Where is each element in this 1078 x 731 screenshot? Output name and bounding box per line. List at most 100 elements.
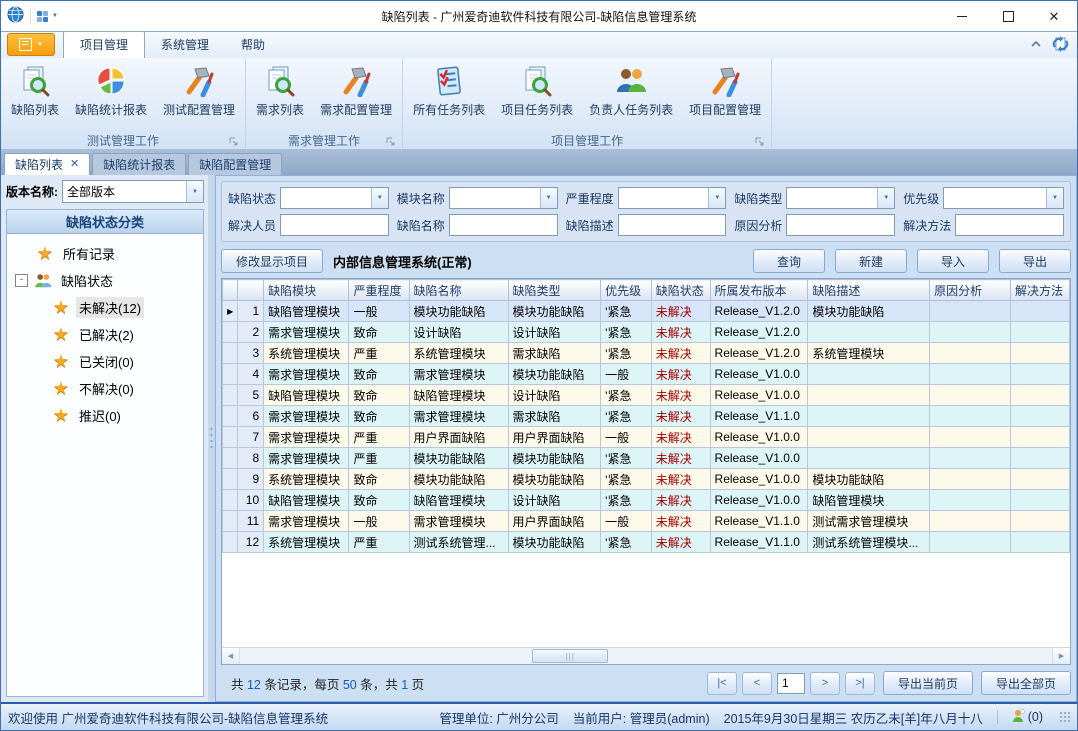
table-cell[interactable]: 设计缺陷 — [508, 322, 601, 343]
table-cell[interactable]: 模块功能缺陷 — [409, 301, 508, 322]
table-cell[interactable]: '紧急 — [601, 448, 652, 469]
ribbon-tab[interactable]: 项目管理 — [63, 31, 145, 58]
table-cell[interactable]: 致命 — [349, 406, 409, 427]
dropdown-arrow-icon[interactable]: ▼ — [186, 181, 203, 202]
table-cell[interactable]: Release_V1.0.0 — [710, 385, 808, 406]
ribbon-button[interactable]: 缺陷列表 — [3, 61, 67, 118]
collapse-ribbon-icon[interactable] — [1030, 40, 1042, 51]
filter-input-field[interactable] — [787, 215, 894, 235]
table-cell[interactable]: 模块功能缺陷 — [808, 469, 930, 490]
table-cell[interactable]: 测试系统管理模块... — [808, 532, 930, 553]
close-tab-icon[interactable]: ✕ — [70, 159, 79, 170]
app-menu-button[interactable]: ▼ — [7, 33, 55, 56]
dialog-launcher-icon[interactable] — [229, 136, 239, 146]
table-cell[interactable]: 未解决 — [651, 364, 710, 385]
prev-page-button[interactable]: < — [742, 672, 772, 695]
ribbon-tab[interactable]: 帮助 — [225, 32, 281, 58]
table-cell[interactable]: '紧急 — [601, 406, 652, 427]
table-cell[interactable] — [1011, 343, 1070, 364]
table-row[interactable]: 11需求管理模块一般需求管理模块用户界面缺陷一般未解决Release_V1.1.… — [223, 511, 1070, 532]
table-cell[interactable]: 测试系统管理... — [409, 532, 508, 553]
table-cell[interactable] — [1011, 427, 1070, 448]
table-cell[interactable] — [930, 406, 1011, 427]
maximize-button[interactable] — [985, 1, 1031, 31]
tree-item[interactable]: ★不解决(0) — [7, 375, 203, 402]
filter-input-field[interactable] — [787, 188, 877, 208]
resize-grip-icon[interactable] — [1059, 711, 1071, 723]
ribbon-button[interactable]: 需求列表 — [248, 61, 312, 118]
table-row[interactable]: 9系统管理模块致命模块功能缺陷模块功能缺陷'紧急未解决Release_V1.0.… — [223, 469, 1070, 490]
column-header[interactable]: 原因分析 — [930, 280, 1011, 301]
filter-combo[interactable]: ▼ — [280, 187, 389, 209]
table-cell[interactable]: 未解决 — [651, 490, 710, 511]
column-header[interactable]: 缺陷模块 — [264, 280, 349, 301]
table-cell[interactable] — [930, 448, 1011, 469]
table-cell[interactable]: 系统管理模块 — [264, 343, 349, 364]
table-cell[interactable]: 未解决 — [651, 406, 710, 427]
column-header[interactable]: 缺陷类型 — [508, 280, 601, 301]
table-cell[interactable] — [930, 532, 1011, 553]
table-cell[interactable]: '紧急 — [601, 322, 652, 343]
table-cell[interactable] — [1011, 532, 1070, 553]
table-cell[interactable]: '紧急 — [601, 469, 652, 490]
table-cell[interactable]: 模块功能缺陷 — [508, 532, 601, 553]
table-cell[interactable] — [1011, 406, 1070, 427]
table-cell[interactable] — [808, 427, 930, 448]
next-page-button[interactable]: > — [810, 672, 840, 695]
table-cell[interactable]: Release_V1.0.0 — [710, 448, 808, 469]
table-cell[interactable]: 模块功能缺陷 — [808, 301, 930, 322]
table-cell[interactable]: 缺陷管理模块 — [264, 301, 349, 322]
dropdown-arrow-icon[interactable]: ▼ — [1046, 188, 1063, 208]
filter-input-field[interactable] — [450, 215, 557, 235]
table-cell[interactable]: 未解决 — [651, 427, 710, 448]
table-cell[interactable]: Release_V1.1.0 — [710, 406, 808, 427]
table-cell[interactable] — [1011, 490, 1070, 511]
table-row[interactable]: 10缺陷管理模块致命缺陷管理模块设计缺陷'紧急未解决Release_V1.0.0… — [223, 490, 1070, 511]
table-cell[interactable]: 模块功能缺陷 — [409, 469, 508, 490]
tree-item[interactable]: ★已关闭(0) — [7, 348, 203, 375]
new-button[interactable]: 新建 — [835, 249, 907, 273]
column-header[interactable]: 解决方法 — [1011, 280, 1070, 301]
table-cell[interactable]: 设计缺陷 — [508, 385, 601, 406]
dropdown-arrow-icon[interactable]: ▼ — [708, 188, 725, 208]
table-cell[interactable]: 需求管理模块 — [409, 406, 508, 427]
table-cell[interactable] — [930, 301, 1011, 322]
table-cell[interactable] — [930, 385, 1011, 406]
table-cell[interactable] — [808, 448, 930, 469]
table-cell[interactable]: 未解决 — [651, 385, 710, 406]
table-cell[interactable]: 需求管理模块 — [264, 427, 349, 448]
table-cell[interactable]: 致命 — [349, 385, 409, 406]
table-cell[interactable]: 致命 — [349, 364, 409, 385]
table-cell[interactable]: 致命 — [349, 322, 409, 343]
table-cell[interactable]: Release_V1.0.0 — [710, 364, 808, 385]
last-page-button[interactable]: >| — [845, 672, 875, 695]
table-cell[interactable]: 严重 — [349, 532, 409, 553]
table-cell[interactable] — [930, 364, 1011, 385]
table-cell[interactable]: 需求管理模块 — [264, 364, 349, 385]
table-cell[interactable] — [808, 322, 930, 343]
table-cell[interactable] — [930, 511, 1011, 532]
table-cell[interactable]: 模块功能缺陷 — [508, 301, 601, 322]
ribbon-button[interactable]: 所有任务列表 — [405, 61, 493, 118]
table-cell[interactable]: 未解决 — [651, 301, 710, 322]
table-cell[interactable]: '紧急 — [601, 490, 652, 511]
table-row[interactable]: 12系统管理模块严重测试系统管理...模块功能缺陷'紧急未解决Release_V… — [223, 532, 1070, 553]
table-cell[interactable]: 缺陷管理模块 — [409, 490, 508, 511]
ribbon-button[interactable]: 负责人任务列表 — [581, 61, 681, 118]
export-all-pages-button[interactable]: 导出全部页 — [981, 671, 1071, 695]
filter-input-field[interactable] — [619, 188, 709, 208]
table-cell[interactable]: 致命 — [349, 469, 409, 490]
table-cell[interactable]: 一般 — [601, 364, 652, 385]
sidebar-splitter[interactable] — [208, 175, 215, 702]
query-button[interactable]: 查询 — [753, 249, 825, 273]
table-cell[interactable]: 未解决 — [651, 532, 710, 553]
filter-input-field[interactable] — [281, 215, 388, 235]
first-page-button[interactable]: |< — [707, 672, 737, 695]
table-cell[interactable]: Release_V1.2.0 — [710, 343, 808, 364]
column-header[interactable]: 缺陷名称 — [409, 280, 508, 301]
filter-input-field[interactable] — [956, 215, 1063, 235]
table-cell[interactable]: 致命 — [349, 490, 409, 511]
table-cell[interactable] — [930, 469, 1011, 490]
table-cell[interactable] — [1011, 469, 1070, 490]
table-cell[interactable] — [1011, 448, 1070, 469]
